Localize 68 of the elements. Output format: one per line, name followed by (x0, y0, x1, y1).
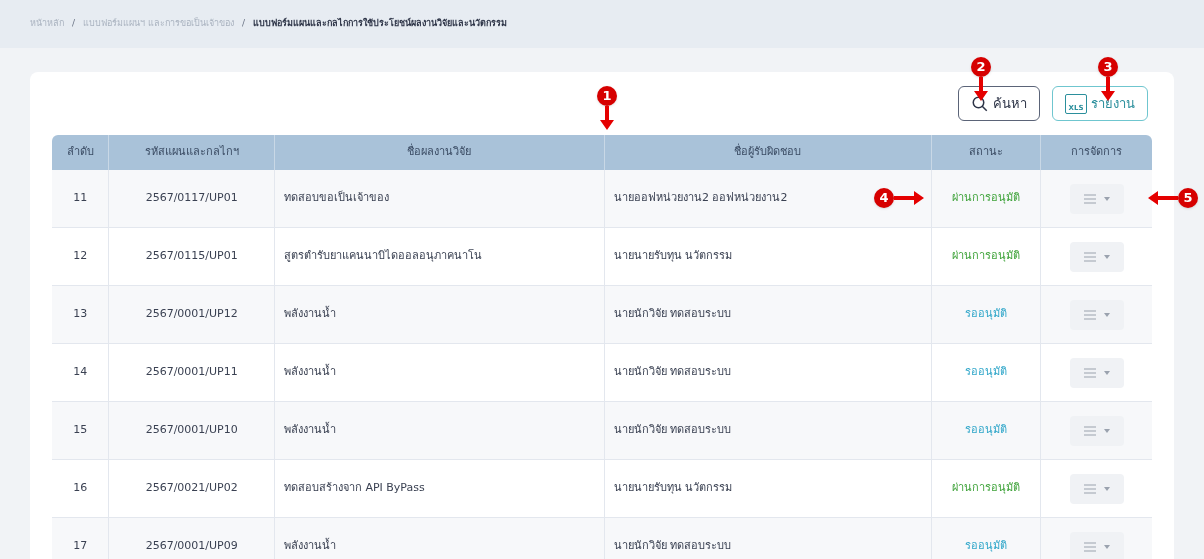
table-cell: สูตรตำรับยาแคนนาบิไดออลอนุภาคนาโน (274, 228, 605, 285)
table-cell: 16 (52, 460, 110, 517)
arrow-icon (974, 77, 988, 101)
table-cell: 14 (52, 344, 110, 401)
table-cell: พลังงานน้ำ (274, 286, 605, 343)
menu-icon (1083, 541, 1096, 552)
table-cell: 2567/0115/UP01 (109, 228, 275, 285)
arrow-icon (1148, 191, 1178, 205)
actions-dropdown[interactable] (1069, 357, 1124, 388)
status-text: ผ่านการอนุมัติ (952, 480, 1021, 497)
caret-icon (1103, 544, 1110, 549)
menu-icon (1083, 483, 1096, 494)
table-cell: นายนายรับทุน นวัตกรรม (605, 228, 933, 285)
menu-icon (1083, 367, 1096, 378)
table-cell: นายนักวิจัย ทดสอบระบบ (605, 402, 933, 459)
table-cell: นายนายรับทุน นวัตกรรม (605, 460, 933, 517)
table-cell: 12 (52, 228, 110, 285)
status-text: รออนุมัติ (965, 306, 1008, 323)
table-cell: 2567/0001/UP09 (109, 518, 275, 559)
actions-dropdown[interactable] (1069, 299, 1124, 330)
search-icon (971, 94, 989, 113)
callout-number: 2 (971, 57, 991, 77)
breadcrumb-separator: / (241, 17, 245, 31)
table-cell: ทดสอบสร้างจาก API ByPass (274, 460, 605, 517)
caret-icon (1103, 196, 1110, 201)
table-cell: ทดสอบขอเป็นเจ้าของ (274, 170, 605, 227)
callout-number: 5 (1178, 188, 1198, 208)
table-cell: นายนักวิจัย ทดสอบระบบ (605, 286, 933, 343)
menu-icon (1083, 309, 1096, 320)
table-cell: 2567/0117/UP01 (109, 170, 275, 227)
breadcrumb-separator: / (72, 17, 76, 31)
caret-icon (1103, 370, 1110, 375)
actions-dropdown[interactable] (1069, 183, 1124, 214)
search-button[interactable]: ค้นหา (958, 86, 1040, 121)
menu-icon (1083, 251, 1096, 262)
caret-icon (1103, 312, 1110, 317)
table-cell: 2567/0001/UP11 (109, 344, 275, 401)
actions-dropdown[interactable] (1069, 531, 1124, 559)
table-cell: พลังงานน้ำ (274, 518, 605, 559)
table-cell: พลังงานน้ำ (274, 344, 605, 401)
arrow-icon (894, 191, 924, 205)
table-cell: 2567/0021/UP02 (109, 460, 275, 517)
table-cell: นายนักวิจัย ทดสอบระบบ (605, 518, 933, 559)
menu-icon (1083, 425, 1096, 436)
status-text: รออนุมัติ (965, 422, 1008, 439)
status-text: รออนุมัติ (965, 538, 1008, 555)
table-cell: 2567/0001/UP12 (109, 286, 275, 343)
status-text: ผ่านการอนุมัติ (952, 190, 1021, 207)
table-cell: พลังงานน้ำ (274, 402, 605, 459)
caret-icon (1103, 254, 1110, 259)
caret-icon (1103, 428, 1110, 433)
actions-dropdown[interactable] (1069, 241, 1124, 272)
actions-dropdown[interactable] (1069, 473, 1124, 504)
table-cell: นายนักวิจัย ทดสอบระบบ (605, 344, 933, 401)
status-text: ผ่านการอนุมัติ (952, 248, 1021, 265)
table-cell: 2567/0001/UP10 (109, 402, 275, 459)
status-text: รออนุมัติ (965, 364, 1008, 381)
actions-dropdown[interactable] (1069, 415, 1124, 446)
column-header: การจัดการ (1070, 144, 1123, 161)
menu-icon (1083, 193, 1096, 204)
arrow-icon (1101, 77, 1115, 101)
table-cell: 13 (52, 286, 110, 343)
caret-icon (1103, 486, 1110, 491)
table-cell: 17 (52, 518, 110, 559)
table-cell: 15 (52, 402, 110, 459)
arrow-icon (600, 106, 614, 130)
callout-number: 3 (1098, 57, 1118, 77)
table-cell: 11 (52, 170, 110, 227)
